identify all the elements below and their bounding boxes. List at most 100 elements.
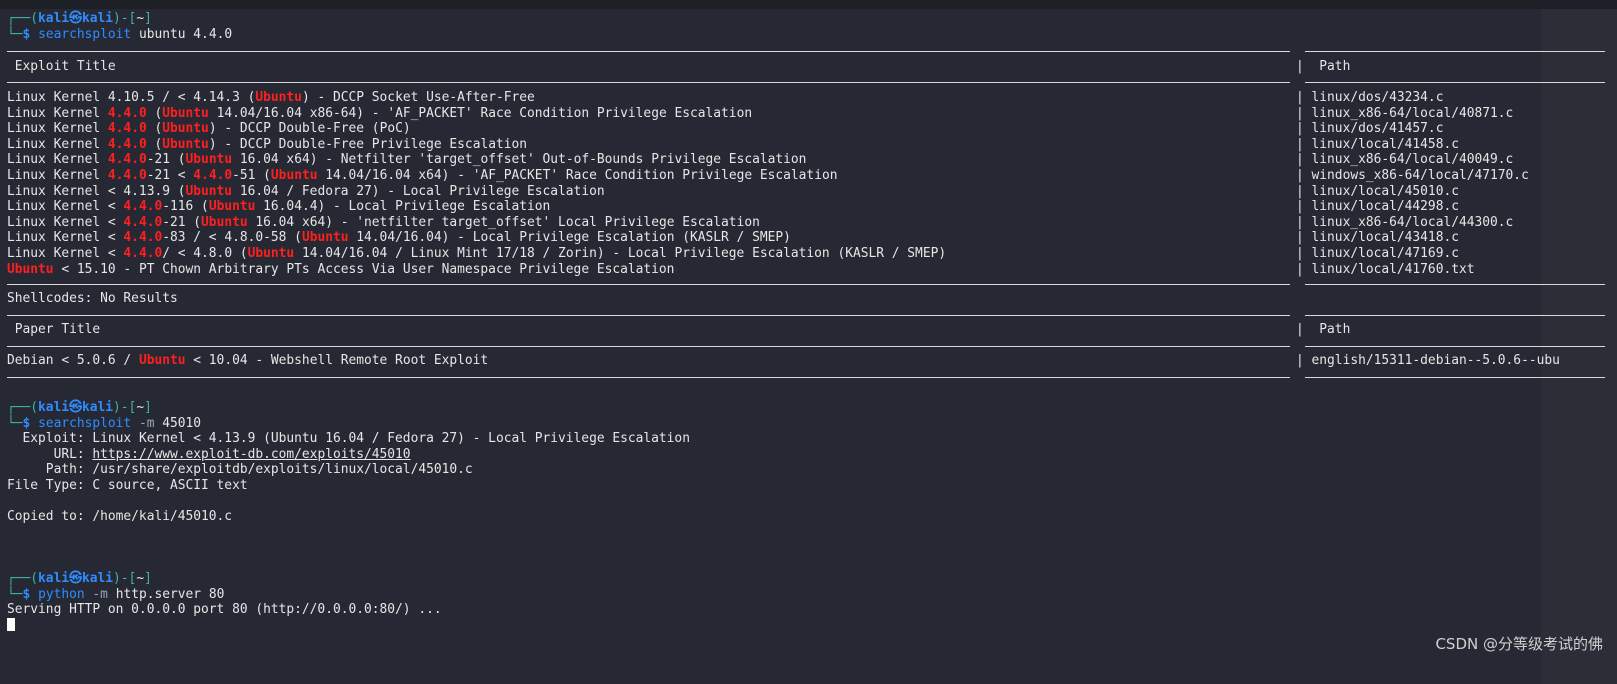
title-text: -116 ( bbox=[162, 199, 209, 215]
title-text: 14.04/16.04 x86-64) - 'AF_PACKET' Race C… bbox=[208, 105, 753, 121]
file-type-text: File Type: C source, ASCII text bbox=[7, 478, 248, 493]
prompt-dir: ~ bbox=[136, 400, 145, 415]
highlighted-term: 4.4.0 bbox=[123, 230, 163, 246]
title-text: 14.04/16.04 / Linux Mint 17/18 / Zorin) … bbox=[294, 246, 947, 261]
highlighted-term: Ubuntu bbox=[185, 152, 233, 168]
copied-to: Copied to: /home/kali/45010.c bbox=[7, 509, 232, 525]
table-divider bbox=[7, 346, 1290, 347]
prompt-bracket: ] bbox=[144, 571, 152, 586]
exploit-row: Linux Kernel < 4.4.0-116 (Ubuntu 16.04.4… bbox=[7, 199, 550, 215]
title-text: 16.04.4) - Local Privilege Escalation bbox=[255, 199, 551, 215]
highlighted-term: Ubuntu bbox=[301, 230, 349, 246]
exploit-path: | linux_x86-64/local/40871.c bbox=[1296, 105, 1514, 121]
highlighted-term: Ubuntu bbox=[162, 105, 209, 121]
title-text: -21 ( bbox=[162, 214, 202, 230]
header-text: Exploit Title bbox=[7, 59, 116, 74]
exploit-path: | linux/local/41760.txt bbox=[1296, 261, 1475, 277]
title-text: ( bbox=[146, 121, 163, 137]
highlighted-term: Ubuntu bbox=[162, 121, 209, 137]
exploit-row: Linux Kernel < 4.4.0-21 (Ubuntu 16.04 x6… bbox=[7, 215, 760, 231]
command-line: └─$ searchsploit -m 45010 bbox=[7, 416, 201, 432]
highlighted-term: 4.4.0 bbox=[107, 152, 147, 168]
title-text: Linux Kernel bbox=[7, 136, 108, 152]
prompt-bracket: )-[ bbox=[113, 571, 137, 586]
title-text: 14.04/16.04 x64) - 'AF_PACKET' Race Cond… bbox=[317, 168, 838, 183]
header-text: Paper Title bbox=[7, 322, 101, 337]
label: Path: bbox=[7, 462, 93, 477]
title-text: 16.04 x64) - Netfilter 'target_offset' O… bbox=[232, 152, 807, 168]
table-divider bbox=[7, 82, 1290, 83]
title-text: ) - DCCP Double-Free (PoC) bbox=[208, 121, 411, 137]
exploit-info: Exploit: Linux Kernel < 4.13.9 (Ubuntu 1… bbox=[7, 431, 690, 447]
title-text: ) - DCCP Socket Use-After-Free bbox=[301, 90, 535, 105]
command-option: -m bbox=[138, 415, 155, 431]
exploit-path: | linux/dos/43234.c bbox=[1296, 90, 1444, 105]
exploit-row: Linux Kernel < 4.4.0/ < 4.8.0 (Ubuntu 14… bbox=[7, 246, 946, 262]
prompt-line: ┌──(kali㉿kali)-[~] bbox=[7, 571, 152, 587]
highlighted-term: 4.4.0 bbox=[123, 214, 163, 230]
exploit-path: | linux/local/41458.c bbox=[1296, 136, 1459, 152]
exploit-row: Linux Kernel 4.4.0 (Ubuntu) - DCCP Doubl… bbox=[7, 121, 411, 137]
prompt-line: ┌──(kali㉿kali)-[~] bbox=[7, 11, 152, 27]
prompt-user: kali bbox=[38, 571, 70, 586]
command-line: └─$ python -m http.server 80 bbox=[7, 587, 224, 603]
exploit-title-header: Exploit Title bbox=[7, 59, 116, 75]
command-line: └─$ searchsploit ubuntu 4.4.0 bbox=[7, 27, 232, 43]
paper-title-header: Paper Title bbox=[7, 322, 100, 338]
label: URL: bbox=[7, 447, 93, 462]
title-text: Linux Kernel < bbox=[7, 246, 124, 261]
highlighted-term: 4.4.0 bbox=[123, 199, 163, 215]
highlighted-term: 4.4.0 bbox=[123, 246, 163, 261]
prompt-bracket: ] bbox=[144, 11, 152, 26]
prompt-corner: └─ bbox=[7, 586, 23, 602]
title-text: 16.04 x64) - 'netfilter target_offset' L… bbox=[247, 214, 760, 230]
table-divider bbox=[1305, 315, 1605, 316]
command-args: http.server 80 bbox=[115, 586, 225, 602]
highlighted-term: 4.4.0 bbox=[193, 168, 233, 183]
server-output-text: Serving HTTP on 0.0.0.0 port 80 (http://… bbox=[7, 602, 442, 617]
title-text: < 15.10 - PT Chown Arbitrary PTs Access … bbox=[53, 261, 675, 277]
table-divider bbox=[1305, 284, 1605, 285]
prompt-corner: └─ bbox=[7, 415, 23, 431]
command-name: searchsploit bbox=[38, 415, 132, 431]
prompt-corner: └─ bbox=[7, 26, 23, 42]
kali-dragon-icon: ㉿ bbox=[69, 11, 82, 26]
highlighted-term: 4.4.0 bbox=[107, 105, 147, 121]
paper-path: | english/15311-debian--5.0.6--ubu bbox=[1296, 353, 1560, 368]
copied-text: Copied to: /home/kali/45010.c bbox=[7, 509, 233, 524]
title-text: Linux Kernel < bbox=[7, 230, 124, 246]
exploit-row: Linux Kernel < 4.4.0-83 / < 4.8.0-58 (Ub… bbox=[7, 230, 791, 246]
exploit-path: | linux/dos/41457.c bbox=[1296, 121, 1444, 137]
prompt-dir: ~ bbox=[136, 571, 145, 586]
highlighted-term: Ubuntu bbox=[208, 199, 256, 215]
prompt-corner: ┌──( bbox=[7, 11, 39, 26]
exploit-row: Ubuntu < 15.10 - PT Chown Arbitrary PTs … bbox=[7, 262, 674, 278]
server-output: Serving HTTP on 0.0.0.0 port 80 (http://… bbox=[7, 602, 442, 618]
prompt-corner: ┌──( bbox=[7, 571, 39, 586]
highlighted-term: 4.4.0 bbox=[107, 168, 147, 183]
title-text: Linux Kernel 4.10.5 / < 4.14.3 ( bbox=[7, 90, 256, 105]
title-text: Linux Kernel < 4.13.9 ( bbox=[7, 183, 186, 199]
command-name: python bbox=[38, 586, 85, 602]
table-divider bbox=[1305, 51, 1605, 52]
url-info: URL: https://www.exploit-db.com/exploits… bbox=[7, 447, 411, 463]
kali-dragon-icon: ㉿ bbox=[69, 571, 82, 586]
terminal-cursor bbox=[7, 618, 15, 631]
path-header: | Path bbox=[1296, 322, 1351, 337]
exploit-row: Linux Kernel 4.10.5 / < 4.14.3 (Ubuntu) … bbox=[7, 90, 535, 106]
prompt-dollar: $ bbox=[22, 26, 39, 42]
highlighted-term: Ubuntu bbox=[201, 214, 248, 230]
prompt-bracket: ] bbox=[144, 400, 152, 415]
exploit-path: | linux/local/45010.c bbox=[1296, 183, 1459, 199]
exploit-url-link[interactable]: https://www.exploit-db.com/exploits/4501… bbox=[92, 447, 410, 462]
title-text: Linux Kernel bbox=[7, 105, 108, 121]
path-header: | Path bbox=[1296, 59, 1351, 74]
highlighted-term: 4.4.0 bbox=[107, 136, 147, 152]
exploit-path: | linux/local/43418.c bbox=[1296, 230, 1459, 246]
exploit-name: Linux Kernel < 4.13.9 (Ubuntu 16.04 / Fe… bbox=[92, 431, 690, 446]
table-divider bbox=[7, 284, 1290, 285]
table-divider bbox=[7, 51, 1290, 52]
title-text: Linux Kernel bbox=[7, 168, 108, 183]
title-text: -83 / < 4.8.0-58 ( bbox=[162, 230, 302, 246]
prompt-line: ┌──(kali㉿kali)-[~] bbox=[7, 400, 152, 416]
